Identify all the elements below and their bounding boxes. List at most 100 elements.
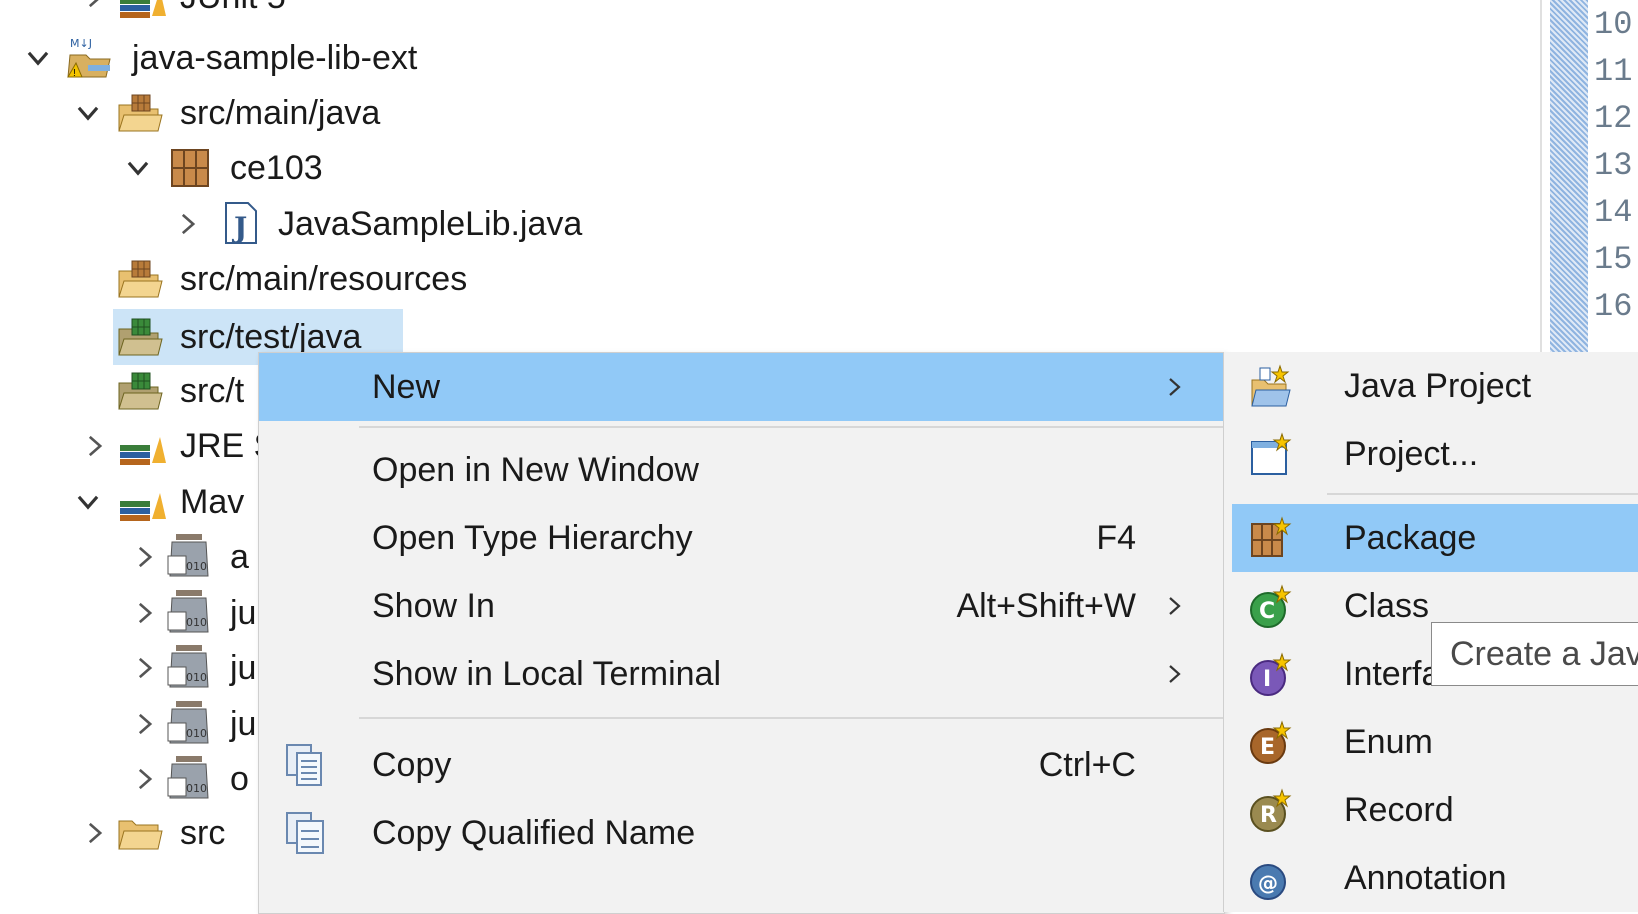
chevron-right-icon[interactable]	[130, 764, 160, 794]
tree-item-src-main-java[interactable]: src/main/java	[70, 88, 670, 138]
submenu-item-java-project[interactable]: Java Project	[1232, 352, 1638, 420]
submenu-item-enum[interactable]: E Enum	[1232, 708, 1638, 776]
tree-item-jar[interactable]: 010 o	[120, 754, 260, 804]
menu-item-open-in-new-window[interactable]: Open in New Window	[259, 436, 1224, 504]
svg-text:010: 010	[186, 560, 207, 573]
line-number: 10	[1594, 6, 1633, 43]
new-package-icon	[1251, 516, 1292, 557]
menu-item-copy-qualified-name[interactable]: Copy Qualified Name	[259, 799, 1224, 867]
test-source-folder-icon	[116, 315, 166, 359]
library-icon	[118, 479, 168, 523]
tree-item-jar[interactable]: 010 a	[120, 532, 260, 582]
chevron-right-icon[interactable]	[130, 653, 160, 683]
submenu-item-label: Annotation	[1344, 859, 1507, 897]
library-icon	[118, 423, 168, 467]
new-class-icon: C	[1250, 584, 1292, 628]
line-number: 11	[1594, 53, 1633, 90]
svg-text:010: 010	[186, 616, 207, 629]
tree-item-maven-dependencies[interactable]: Mav	[70, 477, 260, 527]
submenu-item-label: Project...	[1344, 435, 1479, 473]
tree-item-junit5[interactable]: JUnit 5	[70, 0, 570, 22]
menu-item-shortcut: Alt+Shift+W	[956, 587, 1136, 625]
jar-icon: 010	[166, 588, 216, 633]
menu-item-new[interactable]: New	[259, 353, 1224, 421]
new-annotation-icon: @	[1250, 864, 1286, 900]
tree-item-label: src/main/java	[180, 94, 381, 132]
jar-icon: 010	[166, 754, 216, 799]
tree-item-label: o	[230, 760, 249, 798]
chevron-right-icon[interactable]	[173, 209, 203, 239]
copy-qualified-name-icon	[286, 812, 324, 854]
chevron-right-icon[interactable]	[130, 709, 160, 739]
project-icon	[1251, 432, 1292, 475]
svg-text:010: 010	[186, 782, 207, 795]
java-file-icon: J	[216, 201, 266, 245]
copy-icon	[286, 744, 322, 786]
tree-item-label: JUnit 5	[180, 0, 286, 22]
submenu-item-project[interactable]: Project...	[1232, 420, 1638, 488]
maven-project-icon: M↓J!	[66, 35, 116, 79]
chevron-right-icon[interactable]	[130, 598, 160, 628]
menu-item-copy[interactable]: Copy Ctrl+C	[259, 731, 1224, 799]
submenu-item-package[interactable]: Package	[1232, 504, 1638, 572]
menu-item-show-in-local-terminal[interactable]: Show in Local Terminal	[259, 640, 1224, 708]
chevron-down-icon[interactable]	[23, 43, 53, 73]
chevron-right-icon[interactable]	[80, 818, 110, 848]
chevron-right-icon[interactable]	[80, 431, 110, 461]
svg-text:!: !	[73, 68, 76, 79]
menu-separator	[1327, 493, 1638, 495]
tree-item-src-folder[interactable]: src	[70, 808, 260, 858]
tree-item-java-file[interactable]: J JavaSampleLib.java	[170, 199, 770, 249]
svg-text:I: I	[1263, 667, 1271, 692]
submenu-arrow-icon	[1169, 378, 1181, 396]
submenu-item-record[interactable]: R Record	[1232, 776, 1638, 844]
submenu-item-label: Class	[1344, 587, 1430, 625]
menu-item-show-in[interactable]: Show In Alt+Shift+W	[259, 572, 1224, 640]
tree-item-project[interactable]: M↓J! java-sample-lib-ext	[20, 33, 620, 83]
chevron-right-icon[interactable]	[130, 542, 160, 572]
svg-text:010: 010	[186, 671, 207, 684]
jar-icon: 010	[166, 699, 216, 744]
tree-item-jre[interactable]: JRE S	[70, 421, 276, 471]
folder-icon	[116, 811, 166, 855]
menu-item-shortcut: F4	[1096, 519, 1136, 557]
svg-text:C: C	[1259, 599, 1275, 624]
tree-item-src-main-resources[interactable]: src/main/resources	[70, 254, 670, 304]
chevron-down-icon[interactable]	[73, 487, 103, 517]
line-number: 16	[1594, 288, 1633, 325]
menu-separator	[359, 426, 1224, 428]
tree-item-label: ju	[230, 594, 257, 632]
svg-text:J: J	[231, 211, 247, 244]
tooltip: Create a Java	[1431, 622, 1638, 686]
source-folder-icon	[116, 91, 166, 135]
line-number: 12	[1594, 100, 1633, 137]
svg-text:010: 010	[186, 727, 207, 740]
svg-text:@: @	[1258, 871, 1278, 895]
menu-item-label: Show in Local Terminal	[372, 655, 721, 693]
tree-item-label: ce103	[230, 149, 323, 187]
submenu-item-annotation[interactable]: @ Annotation	[1232, 844, 1638, 912]
tree-item-jar[interactable]: 010 ju	[120, 699, 260, 749]
menu-item-label: Show In	[372, 587, 495, 625]
svg-text:R: R	[1260, 803, 1277, 828]
context-menu: New Open in New Window Open Type Hierarc…	[258, 352, 1225, 914]
line-number: 14	[1594, 194, 1633, 231]
submenu-item-label: Enum	[1344, 723, 1433, 761]
tree-item-label: Mav	[180, 483, 245, 521]
tree-item-package-ce103[interactable]: ce103	[120, 143, 620, 193]
tree-item-label: JavaSampleLib.java	[278, 205, 583, 243]
svg-text:M↓J: M↓J	[70, 37, 92, 50]
chevron-down-icon[interactable]	[73, 98, 103, 128]
menu-item-label: New	[372, 368, 441, 406]
menu-item-open-type-hierarchy[interactable]: Open Type Hierarchy F4	[259, 504, 1224, 572]
tree-item-src-t[interactable]: src/t	[70, 366, 260, 416]
chevron-right-icon[interactable]	[80, 0, 110, 12]
tree-item-label: src/main/resources	[180, 260, 468, 298]
source-folder-icon	[116, 257, 166, 301]
tree-item-jar[interactable]: 010 ju	[120, 588, 260, 638]
chevron-down-icon[interactable]	[123, 153, 153, 183]
tree-item-label: ju	[230, 705, 257, 743]
tree-item-jar[interactable]: 010 ju	[120, 643, 260, 693]
tree-item-label: ju	[230, 649, 257, 687]
tooltip-text: Create a Java	[1450, 635, 1638, 673]
